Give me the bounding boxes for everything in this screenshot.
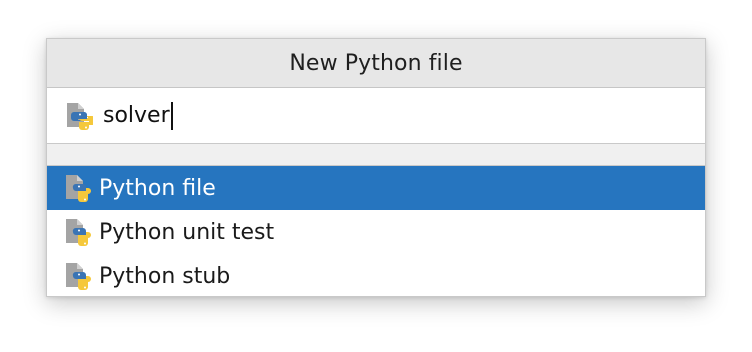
python-file-icon — [64, 217, 92, 247]
text-caret — [170, 101, 173, 130]
template-option-label: Python unit test — [99, 219, 275, 245]
python-file-icon — [65, 101, 95, 131]
template-option-python-file[interactable]: Python file — [47, 166, 705, 210]
python-file-icon — [64, 261, 92, 291]
template-option-label: Python file — [99, 175, 216, 201]
template-option-python-unit-test[interactable]: Python unit test — [47, 210, 705, 254]
popup-title: New Python file — [47, 39, 705, 88]
python-file-icon — [64, 173, 92, 203]
template-option-python-stub[interactable]: Python stub — [47, 254, 705, 298]
filename-input-value: solver — [103, 103, 170, 128]
separator-strip — [47, 144, 705, 166]
template-option-label: Python stub — [99, 263, 231, 289]
filename-input[interactable]: solver — [103, 101, 173, 130]
new-python-file-popup: New Python file solver Python file Pytho… — [46, 38, 706, 297]
filename-input-row[interactable]: solver — [47, 88, 705, 144]
template-list: Python file Python unit test Python stub — [47, 166, 705, 298]
